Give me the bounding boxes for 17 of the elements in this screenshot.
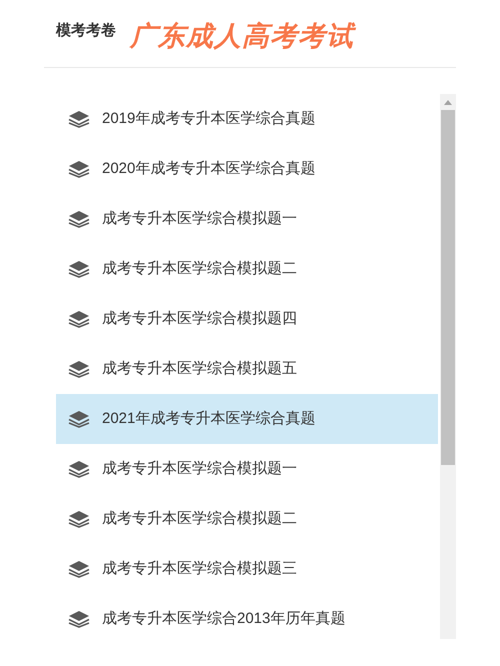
layers-icon (68, 160, 90, 178)
scrollbar-thumb[interactable] (441, 110, 455, 465)
layers-icon (68, 410, 90, 428)
banner-title: 广东成人高考考试 (130, 16, 354, 57)
panel-title: 模考考卷 (56, 20, 116, 40)
scroll-up-icon[interactable] (444, 100, 452, 105)
layers-icon (68, 460, 90, 478)
layers-icon (68, 360, 90, 378)
layers-icon (68, 610, 90, 628)
list-item[interactable]: 2021年成考专升本医学综合真题 (56, 394, 438, 444)
layers-icon (68, 510, 90, 528)
layers-icon (68, 210, 90, 228)
scrollbar[interactable] (440, 94, 456, 639)
layers-icon (68, 560, 90, 578)
layers-icon (68, 260, 90, 278)
layers-icon (68, 110, 90, 128)
layers-icon (68, 310, 90, 328)
